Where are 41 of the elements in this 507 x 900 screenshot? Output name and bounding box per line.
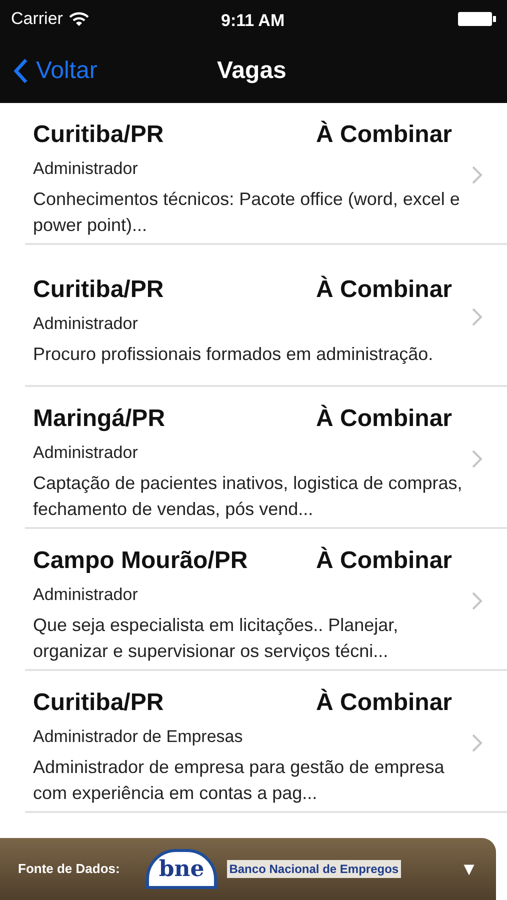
job-role: Administrador de Empresas xyxy=(33,726,244,748)
clock: 9:11 AM xyxy=(221,10,285,32)
source-name: Banco Nacional de Empregos xyxy=(227,860,401,878)
job-salary: À Combinar xyxy=(316,688,452,718)
chevron-right-icon xyxy=(471,733,483,753)
job-description: Captação de pacientes inativos, logistica de compras, fechamento de vendas, pós vend... xyxy=(33,472,463,521)
chevron-right-icon xyxy=(471,449,483,469)
job-description: Procuro profissionais formados em administração. xyxy=(33,342,434,366)
back-button[interactable]: Voltar xyxy=(14,52,98,88)
screen-title: Vagas xyxy=(217,56,286,86)
job-salary: À Combinar xyxy=(316,546,452,576)
job-salary: À Combinar xyxy=(316,120,452,150)
job-role: Administrador xyxy=(33,313,139,336)
chevron-right-icon xyxy=(471,307,483,327)
job-row[interactable]: Curitiba/PR À Combinar Administrador de Empresas Administrador de empresa para gestão de empresa com experiência em contas a pag... xyxy=(0,671,507,813)
battery-icon xyxy=(458,12,496,26)
chevron-right-icon xyxy=(471,591,483,611)
job-salary: À Combinar xyxy=(316,274,452,306)
carrier-label: Carrier xyxy=(11,8,63,30)
job-row[interactable]: Curitiba/PR À Combinar Administrador Procuro profissionais formados em administração. xyxy=(0,245,507,387)
job-description: Que seja especialista em licitações.. Planejar, organizar e supervisionar os serviços técni... xyxy=(33,614,400,663)
job-salary: À Combinar xyxy=(316,404,452,434)
job-city: Curitiba/PR xyxy=(33,275,165,306)
job-description: Conhecimentos técnicos: Pacote office (word, excel e power point)... xyxy=(33,188,461,237)
back-chevron-icon xyxy=(14,58,28,84)
job-row[interactable]: Curitiba/PR À Combinar Administrador Conhecimentos técnicos: Pacote office (word, excel e power point)... xyxy=(0,103,507,245)
job-row[interactable]: Maringá/PR À Combinar Administrador Captação de pacientes inativos, logistica de compras, fechamento de vendas, pós vend... xyxy=(0,387,507,529)
job-city: Curitiba/PR xyxy=(33,688,165,718)
job-role: Administrador xyxy=(33,442,139,464)
job-role: Administrador xyxy=(33,584,139,606)
job-row[interactable]: Campo Mourão/PR À Combinar Administrador Que seja especialista em licitações.. Planejar, organizar e supervisionar os serviços técni... xyxy=(0,529,507,671)
job-role: Administrador xyxy=(33,158,139,180)
wifi-icon xyxy=(68,12,89,26)
chevron-right-icon xyxy=(471,165,483,185)
job-city: Maringá/PR xyxy=(33,404,166,434)
job-city: Curitiba/PR xyxy=(33,120,165,150)
job-city: Campo Mourão/PR xyxy=(33,546,249,576)
dropdown-toggle[interactable]: ▼ xyxy=(460,856,478,882)
bne-logo: bne xyxy=(146,849,218,889)
footer-label: Fonte de Dados: xyxy=(18,860,120,878)
job-description: Administrador de empresa para gestão de empresa com experiência em contas a pag... xyxy=(33,756,446,805)
